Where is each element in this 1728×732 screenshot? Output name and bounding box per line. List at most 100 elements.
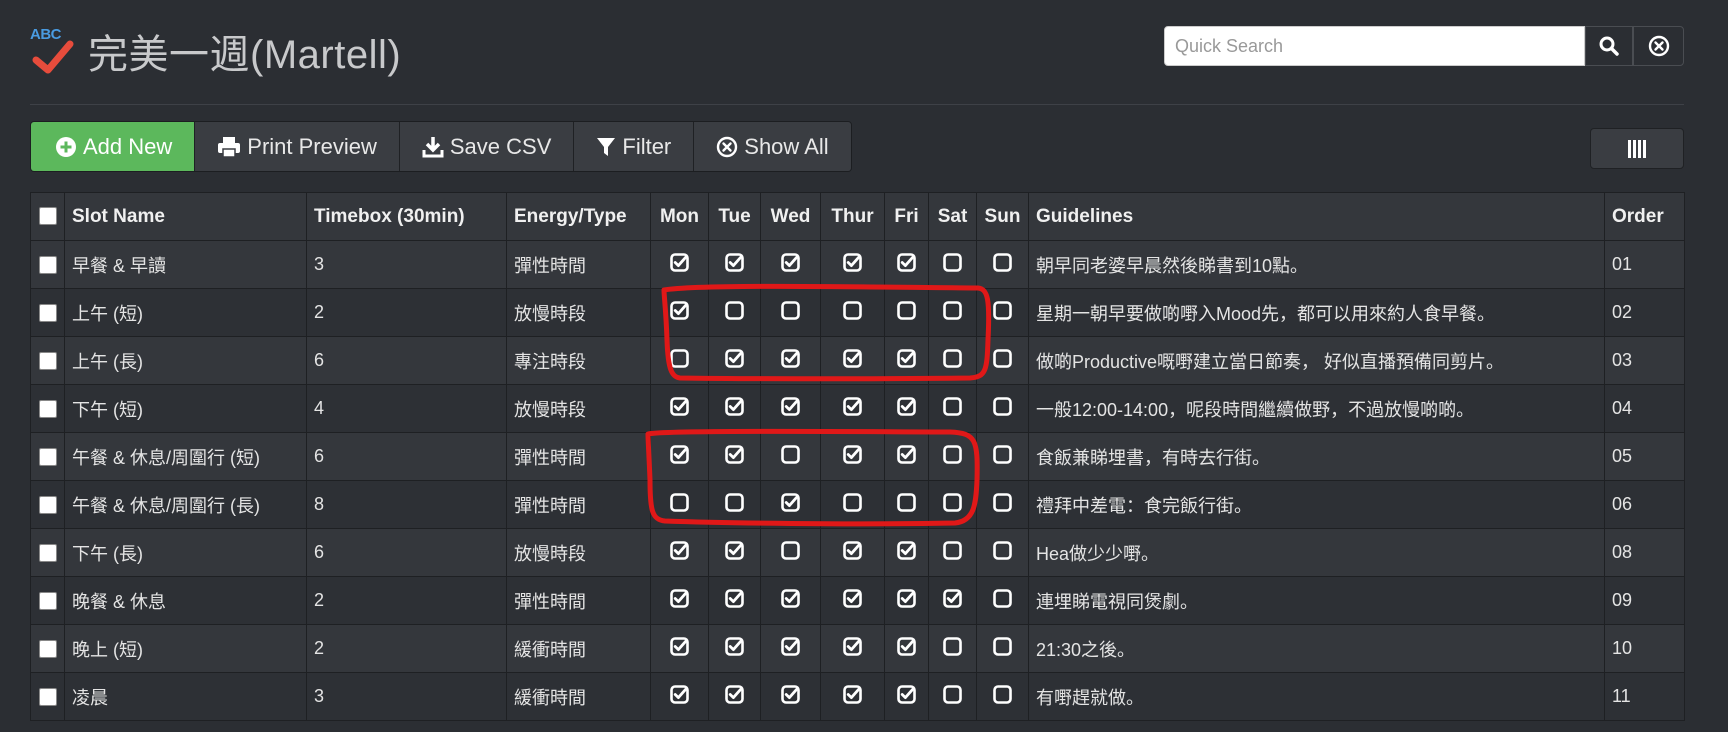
- column-header-thur[interactable]: Thur: [820, 192, 885, 241]
- checked-box-icon[interactable]: [843, 252, 862, 277]
- checked-box-icon[interactable]: [897, 588, 916, 613]
- checked-box-icon[interactable]: [781, 252, 800, 277]
- checked-box-icon[interactable]: [843, 444, 862, 469]
- column-header-guidelines[interactable]: Guidelines: [1028, 192, 1605, 241]
- checked-box-icon[interactable]: [670, 684, 689, 709]
- unchecked-box-icon[interactable]: [670, 348, 689, 373]
- checked-box-icon[interactable]: [897, 636, 916, 661]
- checked-box-icon[interactable]: [781, 684, 800, 709]
- checked-box-icon[interactable]: [725, 252, 744, 277]
- unchecked-box-icon[interactable]: [993, 300, 1012, 325]
- column-header-slot-name[interactable]: Slot Name: [64, 192, 307, 241]
- table-row[interactable]: 晚上 (短) 2 緩衝時間 21:30之後。 10: [30, 624, 1685, 673]
- checked-box-icon[interactable]: [781, 492, 800, 517]
- unchecked-box-icon[interactable]: [993, 444, 1012, 469]
- unchecked-box-icon[interactable]: [993, 684, 1012, 709]
- unchecked-box-icon[interactable]: [897, 300, 916, 325]
- unchecked-box-icon[interactable]: [993, 348, 1012, 373]
- checked-box-icon[interactable]: [725, 444, 744, 469]
- unchecked-box-icon[interactable]: [725, 300, 744, 325]
- column-header-sat[interactable]: Sat: [928, 192, 977, 241]
- unchecked-box-icon[interactable]: [993, 396, 1012, 421]
- checked-box-icon[interactable]: [897, 444, 916, 469]
- table-row[interactable]: 早餐 & 早讀 3 彈性時間 朝早同老婆早晨然後睇書到10點。 01: [30, 240, 1685, 289]
- unchecked-box-icon[interactable]: [943, 444, 962, 469]
- unchecked-box-icon[interactable]: [993, 492, 1012, 517]
- unchecked-box-icon[interactable]: [943, 300, 962, 325]
- table-row[interactable]: 下午 (短) 4 放慢時段 一般12:00-14:00，呢段時間繼續做野，不過放慢啲啲…: [30, 384, 1685, 433]
- row-select-checkbox[interactable]: [38, 352, 57, 371]
- checked-box-icon[interactable]: [725, 588, 744, 613]
- table-row[interactable]: 午餐 & 休息/周圍行 (短) 6 彈性時間 食飯兼睇埋書，有時去行街。 05: [30, 432, 1685, 481]
- table-row[interactable]: 上午 (短) 2 放慢時段 星期一朝早要做啲嘢入Mood先，都可以用來約人食早餐。 02: [30, 288, 1685, 337]
- checked-box-icon[interactable]: [670, 444, 689, 469]
- checked-box-icon[interactable]: [670, 252, 689, 277]
- checked-box-icon[interactable]: [781, 636, 800, 661]
- unchecked-box-icon[interactable]: [943, 396, 962, 421]
- unchecked-box-icon[interactable]: [843, 492, 862, 517]
- checked-box-icon[interactable]: [843, 540, 862, 565]
- column-header-energy[interactable]: Energy/Type: [506, 192, 651, 241]
- checked-box-icon[interactable]: [897, 540, 916, 565]
- row-select-checkbox[interactable]: [38, 688, 57, 707]
- row-select-checkbox[interactable]: [38, 256, 57, 275]
- unchecked-box-icon[interactable]: [993, 540, 1012, 565]
- checked-box-icon[interactable]: [897, 684, 916, 709]
- checked-box-icon[interactable]: [670, 540, 689, 565]
- select-all-checkbox[interactable]: [38, 207, 57, 226]
- checked-box-icon[interactable]: [725, 636, 744, 661]
- column-header-fri[interactable]: Fri: [884, 192, 929, 241]
- unchecked-box-icon[interactable]: [943, 636, 962, 661]
- filter-button[interactable]: Filter: [574, 122, 695, 171]
- row-select-checkbox[interactable]: [38, 496, 57, 515]
- column-header-timebox[interactable]: Timebox (30min): [306, 192, 507, 241]
- checked-box-icon[interactable]: [781, 396, 800, 421]
- print-preview-button[interactable]: Print Preview: [195, 122, 400, 171]
- checked-box-icon[interactable]: [670, 300, 689, 325]
- checked-box-icon[interactable]: [725, 684, 744, 709]
- checked-box-icon[interactable]: [897, 396, 916, 421]
- column-header-wed[interactable]: Wed: [760, 192, 821, 241]
- row-select-checkbox[interactable]: [38, 544, 57, 563]
- checked-box-icon[interactable]: [725, 348, 744, 373]
- column-chooser-button[interactable]: [1590, 128, 1684, 169]
- quick-search-input[interactable]: [1164, 26, 1585, 66]
- row-select-checkbox[interactable]: [38, 592, 57, 611]
- table-row[interactable]: 凌晨 3 緩衝時間 有嘢趕就做。 11: [30, 672, 1685, 721]
- unchecked-box-icon[interactable]: [943, 252, 962, 277]
- column-header-order[interactable]: Order: [1604, 192, 1685, 241]
- checked-box-icon[interactable]: [897, 348, 916, 373]
- checked-box-icon[interactable]: [781, 348, 800, 373]
- table-row[interactable]: 上午 (長) 6 專注時段 做啲Productive嘅嘢建立當日節奏， 好似直播預備同…: [30, 336, 1685, 385]
- unchecked-box-icon[interactable]: [897, 492, 916, 517]
- unchecked-box-icon[interactable]: [943, 492, 962, 517]
- column-header-tue[interactable]: Tue: [708, 192, 761, 241]
- unchecked-box-icon[interactable]: [781, 444, 800, 469]
- checked-box-icon[interactable]: [725, 540, 744, 565]
- row-select-checkbox[interactable]: [38, 400, 57, 419]
- unchecked-box-icon[interactable]: [943, 684, 962, 709]
- column-header-mon[interactable]: Mon: [650, 192, 709, 241]
- save-csv-button[interactable]: Save CSV: [399, 122, 575, 171]
- search-button[interactable]: [1585, 26, 1633, 66]
- unchecked-box-icon[interactable]: [993, 636, 1012, 661]
- table-row[interactable]: 晚餐 & 休息 2 彈性時間 連埋睇電視同煲劇。 09: [30, 576, 1685, 625]
- clear-search-button[interactable]: [1633, 26, 1684, 66]
- unchecked-box-icon[interactable]: [725, 492, 744, 517]
- checked-box-icon[interactable]: [843, 636, 862, 661]
- unchecked-box-icon[interactable]: [993, 252, 1012, 277]
- unchecked-box-icon[interactable]: [843, 300, 862, 325]
- column-header-sun[interactable]: Sun: [976, 192, 1029, 241]
- row-select-checkbox[interactable]: [38, 640, 57, 659]
- row-select-checkbox[interactable]: [38, 304, 57, 323]
- unchecked-box-icon[interactable]: [781, 540, 800, 565]
- checked-box-icon[interactable]: [670, 636, 689, 661]
- checked-box-icon[interactable]: [843, 348, 862, 373]
- checked-box-icon[interactable]: [943, 588, 962, 613]
- checked-box-icon[interactable]: [725, 396, 744, 421]
- checked-box-icon[interactable]: [843, 396, 862, 421]
- unchecked-box-icon[interactable]: [670, 492, 689, 517]
- unchecked-box-icon[interactable]: [781, 300, 800, 325]
- checked-box-icon[interactable]: [670, 588, 689, 613]
- unchecked-box-icon[interactable]: [943, 348, 962, 373]
